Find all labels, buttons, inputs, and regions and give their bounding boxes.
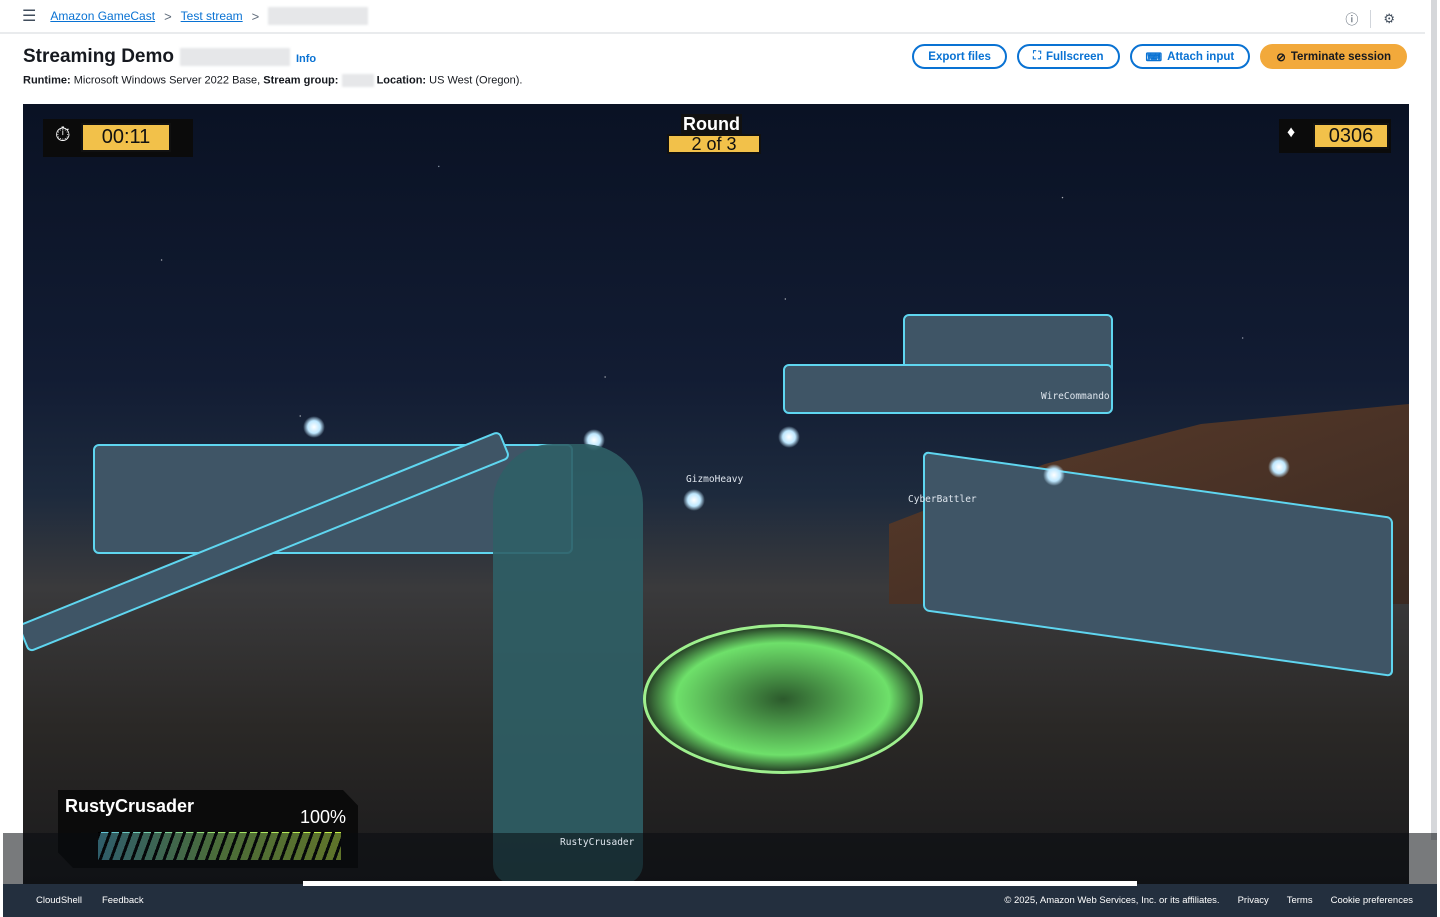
player-tag: GizmoHeavy (686, 474, 744, 485)
jump-pad (643, 624, 923, 774)
fullscreen-button[interactable]: ⛶ Fullscreen (1016, 44, 1120, 69)
cookie-preferences-link[interactable]: Cookie preferences (1331, 895, 1413, 906)
chevron-right-icon: > (164, 8, 172, 24)
expand-icon: ⛶ (1032, 50, 1041, 62)
health-percent: 100% (300, 807, 347, 827)
light (1268, 456, 1290, 478)
game-stream-video[interactable]: ⏱ 00:11 Round 2 of 3 ♦ 0306 GizmoHeavy C… (23, 104, 1409, 884)
divider (303, 881, 1137, 886)
player-name: RustyCrusader (65, 796, 195, 816)
breadcrumb-redacted (268, 7, 369, 25)
info-icon[interactable]: ⓘ (1345, 9, 1358, 28)
keyboard-icon: ⌨ (1145, 51, 1163, 64)
runtime-value: Microsoft Windows Server 2022 Base, (73, 74, 261, 87)
light (778, 426, 800, 448)
diamond-icon: ♦ (1287, 124, 1296, 141)
footer-overlay (3, 833, 1437, 884)
player-character (493, 444, 643, 884)
privacy-link[interactable]: Privacy (1238, 895, 1269, 906)
terminate-label: Terminate session (1290, 50, 1391, 63)
feedback-link[interactable]: Feedback (102, 895, 144, 906)
stream-group-redacted (341, 74, 374, 87)
export-files-button[interactable]: Export files (912, 44, 1007, 69)
terminate-icon: ⊘ (1276, 51, 1286, 64)
location-label: Location: (376, 74, 427, 87)
menu-icon[interactable]: ☰ (22, 6, 36, 26)
redacted-id (179, 48, 290, 66)
cloudshell-link[interactable]: CloudShell (36, 895, 82, 906)
scrollbar[interactable] (1431, 0, 1437, 840)
copyright: © 2025, Amazon Web Services, Inc. or its… (1004, 895, 1220, 906)
breadcrumb-test-stream[interactable]: Test stream (181, 9, 243, 23)
structure (783, 364, 1113, 414)
player-tag: WireCommando (1041, 391, 1110, 402)
runtime-label: Runtime: (23, 74, 71, 87)
stopwatch-icon: ⏱ (55, 124, 71, 146)
divider (1370, 9, 1372, 28)
round-label: Round (681, 114, 742, 135)
page-title-text: Streaming Demo (23, 46, 174, 67)
attach-label: Attach input (1167, 50, 1235, 63)
export-label: Export files (928, 50, 991, 63)
light (303, 416, 325, 438)
settings-icon[interactable]: ⚙ (1383, 11, 1395, 27)
top-navigation: ☰ Amazon GameCast > Test stream > ⓘ ⚙ (0, 0, 1425, 34)
player-tag: CyberBattler (908, 494, 977, 505)
page-title: Streaming Demo Info (23, 46, 316, 68)
breadcrumb-gamecast[interactable]: Amazon GameCast (50, 9, 155, 23)
player-tag: RustyCrusader (560, 837, 635, 848)
terms-link[interactable]: Terms (1287, 895, 1313, 906)
round-counter: 2 of 3 (667, 134, 761, 154)
attach-input-button[interactable]: ⌨ Attach input (1129, 44, 1251, 69)
location-value: US West (Oregon). (429, 74, 523, 87)
chevron-right-icon: > (251, 8, 260, 24)
info-link[interactable]: Info (296, 53, 316, 65)
light (683, 489, 705, 511)
console-footer: CloudShell Feedback © 2025, Amazon Web S… (3, 884, 1437, 917)
score: 0306 (1313, 123, 1389, 149)
stream-details: Runtime: Microsoft Windows Server 2022 B… (23, 74, 522, 87)
light (1043, 464, 1065, 486)
terminate-session-button[interactable]: ⊘ Terminate session (1260, 44, 1407, 69)
fullscreen-label: Fullscreen (1046, 50, 1104, 63)
timer: 00:11 (81, 123, 171, 152)
stream-group-label: Stream group: (263, 74, 339, 87)
